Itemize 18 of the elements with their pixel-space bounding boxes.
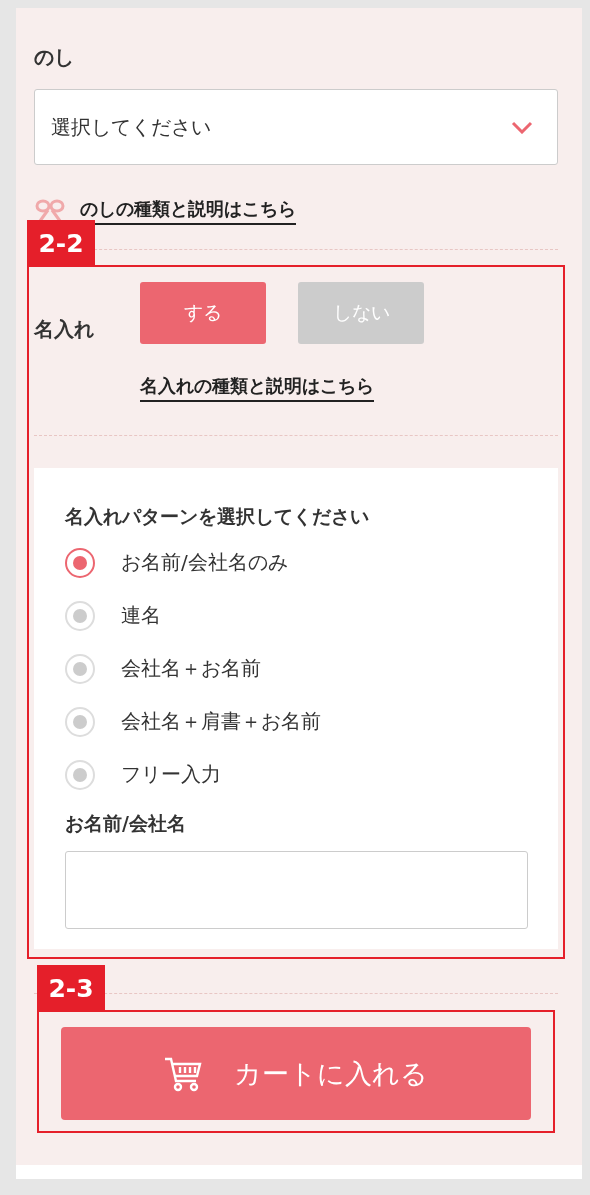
cart-icon bbox=[164, 1055, 202, 1092]
ribbon-icon bbox=[34, 199, 66, 223]
radio-label: 会社名＋お名前 bbox=[121, 655, 261, 682]
select-field[interactable]: 選択してください bbox=[34, 89, 558, 165]
radio-label: 会社名＋肩書＋お名前 bbox=[121, 708, 321, 735]
chevron-down-icon bbox=[511, 120, 533, 134]
radio-button[interactable] bbox=[65, 547, 95, 578]
engraving-info-link[interactable]: 名入れの種類と説明はこちら bbox=[140, 374, 374, 402]
field-label: お名前/会社名 bbox=[65, 811, 187, 836]
section-label: のし bbox=[34, 44, 75, 71]
pattern-heading: 名入れパターンを選択してください bbox=[65, 504, 370, 529]
radio-label: 連名 bbox=[121, 602, 161, 629]
step-badge: 2-2 bbox=[27, 220, 95, 266]
radio-label: お名前/会社名のみ bbox=[121, 549, 288, 576]
name-input-field[interactable] bbox=[65, 851, 528, 929]
radio-label: フリー入力 bbox=[121, 761, 221, 788]
name-engraving-label: 名入れ bbox=[34, 316, 95, 343]
step-badge: 2-3 bbox=[37, 965, 105, 1011]
